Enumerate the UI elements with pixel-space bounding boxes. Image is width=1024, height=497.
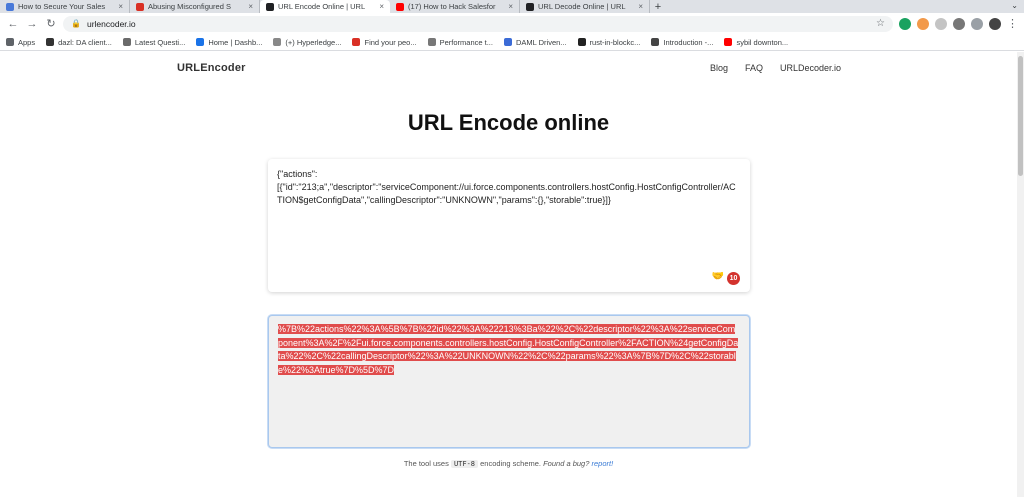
footer-pre-text: The tool uses <box>403 459 449 468</box>
bookmark-label: DAML Driven... <box>515 37 567 47</box>
tab-favicon-icon <box>526 2 534 11</box>
site-logo[interactable]: URLEncoder <box>177 62 246 74</box>
tab-title: URL Decode Online | URL <box>538 2 626 11</box>
bookmark-item[interactable]: Apps <box>6 38 35 47</box>
bookmark-label: rust-in-blockc... <box>589 37 641 47</box>
tab-favicon-icon <box>136 2 144 11</box>
bookmark-item[interactable]: Latest Questi... <box>122 37 186 47</box>
browser-tab[interactable]: (17) How to Hack Salesfor × <box>390 0 520 13</box>
bookmark-favicon-icon <box>577 38 586 46</box>
tab-favicon-icon <box>396 2 404 11</box>
bug-text: Found a bug? <box>543 459 590 468</box>
browser-toolbar: ← → ↻ 🔒 urlencoder.io ☆ ⋮ <box>0 13 1024 34</box>
nav-blog-link[interactable]: Blog <box>710 63 728 73</box>
bookmark-favicon-icon <box>273 38 282 46</box>
reload-icon[interactable]: ↻ <box>44 17 58 31</box>
bookmark-item[interactable]: Performance t... <box>427 37 493 47</box>
bookmark-label: (+) Hyperledge... <box>285 37 342 47</box>
bookmark-label: Introduction -... <box>663 37 714 47</box>
tab-close-icon[interactable]: × <box>638 2 643 11</box>
bookmark-favicon-icon <box>503 38 512 46</box>
tab-title: URL Encode Online | URL <box>278 2 366 11</box>
bookmark-item[interactable]: dazl: DA client... <box>46 38 112 47</box>
new-tab-button[interactable]: + <box>650 0 666 13</box>
bookmark-favicon-icon <box>427 38 436 46</box>
tab-close-icon[interactable]: × <box>379 2 384 11</box>
bookmark-favicon-icon <box>724 38 733 46</box>
scrollbar-thumb[interactable] <box>1018 56 1023 176</box>
site-nav: Blog FAQ URLDecoder.io <box>710 63 841 73</box>
tab-close-icon[interactable]: × <box>508 2 513 11</box>
footer-post-text: encoding scheme. <box>480 459 541 468</box>
bookmark-favicon-icon <box>352 38 361 46</box>
bookmark-favicon-icon <box>6 38 14 46</box>
bookmark-item[interactable]: Introduction -... <box>651 38 713 47</box>
bookmark-label: Find your peo... <box>364 37 417 47</box>
extension-icon[interactable] <box>953 17 965 30</box>
puzzle-icon[interactable] <box>971 17 983 30</box>
encoding-code: UTF-8 <box>450 460 479 468</box>
browser-tab[interactable]: Abusing Misconfigured S × <box>130 0 260 13</box>
grammarly-extension-icon[interactable] <box>899 17 911 30</box>
report-link[interactable]: report! <box>591 459 613 468</box>
tab-favicon-icon <box>266 2 274 11</box>
tab-favicon-icon <box>6 2 14 11</box>
input-textarea[interactable]: {"actions": [{"id":"213;a","descriptor":… <box>268 159 750 292</box>
tab-title: (17) How to Hack Salesfor <box>408 2 496 11</box>
output-textarea[interactable]: %7B%22actions%22%3A%5B%7B%22id%22%3A%222… <box>268 315 750 448</box>
bookmark-item[interactable]: sybil downton... <box>724 38 788 47</box>
avatar[interactable] <box>989 17 1001 30</box>
bookmark-label: Latest Questi... <box>134 37 186 47</box>
extension-icon[interactable] <box>917 17 929 30</box>
extension-icon[interactable] <box>935 17 947 30</box>
bookmarks-bar: Apps dazl: DA client... Latest Questi... Ho… <box>0 34 1024 51</box>
page: URLEncoder Blog FAQ URLDecoder.io URL En… <box>0 52 1017 497</box>
forward-icon[interactable]: → <box>25 17 39 31</box>
bookmark-item[interactable]: (+) Hyperledge... <box>273 38 341 47</box>
browser-tab[interactable]: How to Secure Your Sales × <box>0 0 130 13</box>
tab-title: Abusing Misconfigured S <box>148 2 231 11</box>
page-title: URL Encode online <box>407 110 610 135</box>
bookmark-item[interactable]: rust-in-blockc... <box>577 37 641 47</box>
nav-urldecoder-link[interactable]: URLDecoder.io <box>780 63 841 73</box>
tab-close-icon[interactable]: × <box>118 2 123 11</box>
grammarly-badge-icon[interactable]: 10 <box>727 272 740 285</box>
bookmark-item[interactable]: Find your peo... <box>352 37 417 47</box>
bookmark-favicon-icon <box>651 38 660 46</box>
tab-strip: How to Secure Your Sales × Abusing Misconf… <box>0 0 1024 13</box>
bookmark-favicon-icon <box>196 38 205 46</box>
bookmark-favicon-icon <box>122 38 131 46</box>
bookmark-star-icon[interactable]: ☆ <box>876 18 885 29</box>
bookmark-label: sybil downton... <box>736 37 789 47</box>
url-text: urlencoder.io <box>86 18 136 29</box>
tab-title: How to Secure Your Sales <box>18 2 106 11</box>
more-menu-icon[interactable]: ⋮ <box>1007 17 1018 30</box>
address-bar[interactable]: 🔒 urlencoder.io ☆ <box>63 15 893 32</box>
bookmark-label: dazl: DA client... <box>58 37 112 47</box>
bookmark-label: Performance t... <box>439 37 493 47</box>
lock-icon: 🔒 <box>71 19 81 28</box>
browser-tab[interactable]: URL Decode Online | URL × <box>520 0 650 13</box>
nav-faq-link[interactable]: FAQ <box>745 63 763 73</box>
input-text: {"actions": [{"id":"213;a","descriptor":… <box>277 169 736 205</box>
tab-close-icon[interactable]: × <box>248 2 253 11</box>
browser-tab[interactable]: URL Encode Online | URL × <box>260 0 390 13</box>
output-text: %7B%22actions%22%3A%5B%7B%22id%22%3A%222… <box>278 324 739 375</box>
bookmark-item[interactable]: Home | Dashb... <box>196 38 262 47</box>
bookmark-item[interactable]: DAML Driven... <box>503 37 567 47</box>
bookmark-favicon-icon <box>46 38 55 46</box>
window-controls[interactable]: ⌄ <box>1011 1 1018 10</box>
bookmark-label: Home | Dashb... <box>208 37 263 47</box>
footer-note: The tool uses UTF-8 encoding scheme. Fou… <box>0 459 1017 468</box>
bookmark-label: Apps <box>18 37 36 47</box>
back-icon[interactable]: ← <box>6 17 20 31</box>
emoji-icon[interactable]: 🤝 <box>712 270 724 283</box>
